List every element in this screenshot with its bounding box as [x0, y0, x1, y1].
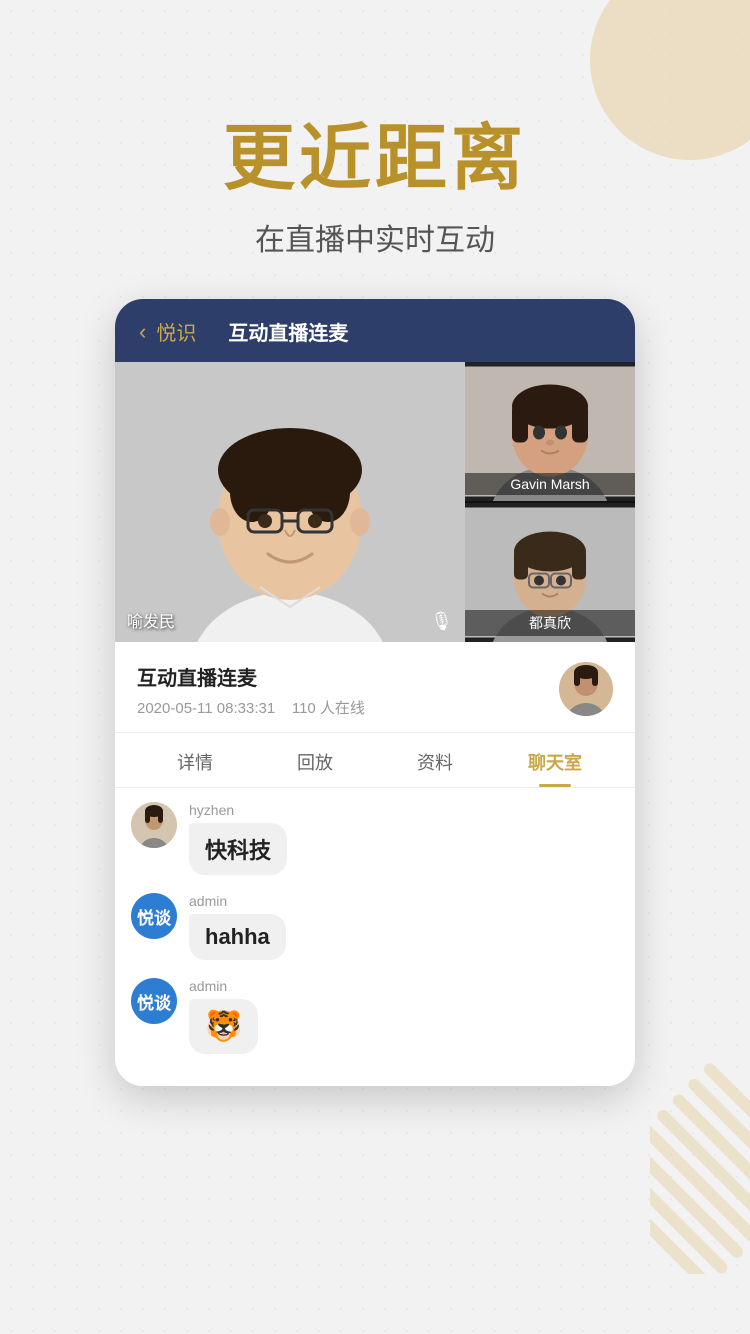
tab-materials[interactable]: 资料	[375, 733, 495, 787]
live-title: 互动直播连麦	[137, 662, 365, 691]
chat-content-1: hyzhen 快科技	[189, 802, 287, 875]
info-section: 互动直播连麦 2020-05-11 08:33:31 110 人在线	[115, 642, 635, 733]
chat-avatar-2: 悦谈	[131, 893, 177, 939]
brand-text-3: 悦谈	[137, 989, 171, 1014]
side-video-2: 都真欣	[465, 503, 635, 642]
chat-message-3: 悦谈 admin 🐯	[131, 978, 619, 1054]
info-left: 互动直播连麦 2020-05-11 08:33:31 110 人在线	[137, 662, 365, 718]
chat-username-3: admin	[189, 978, 258, 994]
chat-section: hyzhen 快科技 悦谈 admin hahha 悦谈 admin 🐯	[115, 788, 635, 1086]
chat-message-2: 悦谈 admin hahha	[131, 893, 619, 960]
chat-avatar-3: 悦谈	[131, 978, 177, 1024]
chat-content-2: admin hahha	[189, 893, 286, 960]
tab-details[interactable]: 详情	[135, 733, 255, 787]
video-main: 喻发民 🎙	[115, 362, 465, 642]
chat-username-2: admin	[189, 893, 286, 909]
chat-bubble-1: 快科技	[189, 823, 287, 875]
tabs-section: 详情 回放 资料 聊天室	[115, 733, 635, 788]
chat-avatar-1	[131, 802, 177, 848]
side-video-1: Gavin Marsh	[465, 362, 635, 501]
chat-content-3: admin 🐯	[189, 978, 258, 1054]
main-person-illustration	[115, 362, 465, 642]
header-title: 互动直播连麦	[228, 317, 348, 346]
chat-bubble-2: hahha	[189, 914, 286, 960]
chat-avatar-1-illustration	[131, 802, 177, 848]
host-avatar	[559, 662, 613, 716]
chat-bubble-3: 🐯	[189, 999, 258, 1054]
chat-username-1: hyzhen	[189, 802, 287, 818]
video-side: Gavin Marsh	[465, 362, 635, 642]
main-person-name: 喻发民	[127, 608, 175, 632]
phone-header: ‹ 悦识 互动直播连麦	[115, 299, 635, 362]
brand-text-2: 悦谈	[137, 904, 171, 929]
side-person-1-name: Gavin Marsh	[465, 473, 635, 495]
host-avatar-illustration	[559, 662, 613, 716]
mic-icon: 🎙	[430, 611, 453, 632]
hero-section: 更近距离 在直播中实时互动	[0, 0, 750, 259]
live-meta: 2020-05-11 08:33:31 110 人在线	[137, 697, 365, 718]
live-online: 110 人在线	[292, 700, 365, 717]
back-button[interactable]: ‹	[139, 319, 146, 345]
tab-chat[interactable]: 聊天室	[495, 733, 615, 787]
hero-subtitle: 在直播中实时互动	[0, 215, 750, 259]
live-date: 2020-05-11 08:33:31	[137, 700, 275, 717]
chat-message-1: hyzhen 快科技	[131, 802, 619, 875]
hero-title: 更近距离	[0, 120, 750, 199]
bg-decoration-bottom	[650, 1054, 750, 1274]
side-person-2-name: 都真欣	[465, 610, 635, 636]
app-name: 悦识	[156, 317, 196, 346]
phone-mockup: ‹ 悦识 互动直播连麦	[115, 299, 635, 1086]
video-grid: 喻发民 🎙	[115, 362, 635, 642]
tab-replay[interactable]: 回放	[255, 733, 375, 787]
